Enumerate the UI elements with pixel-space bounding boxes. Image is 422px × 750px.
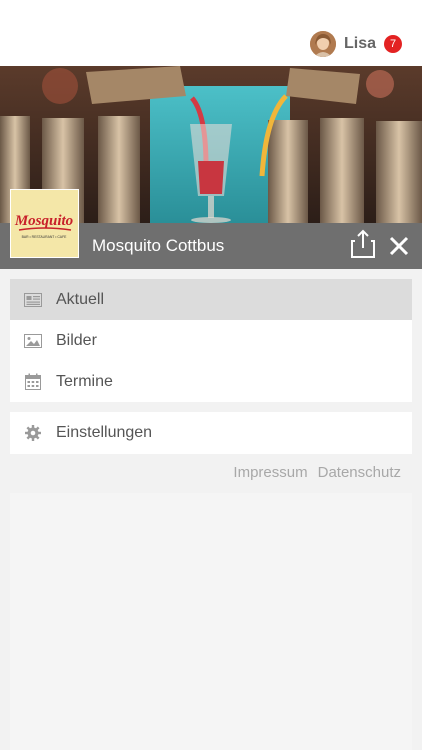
notification-badge[interactable]: 7 (384, 35, 402, 53)
main-menu: Aktuell Bilder Termine (10, 279, 412, 402)
gear-icon (24, 424, 42, 442)
content-area (10, 493, 412, 750)
menu-item-label: Einstellungen (56, 424, 153, 441)
share-button[interactable] (350, 229, 376, 259)
venue-title: Mosquito Cottbus (92, 236, 225, 255)
logo-subtext: BAR • RESTAURANT • CAFE (22, 235, 68, 239)
image-icon (24, 332, 42, 350)
impressum-link[interactable]: Impressum (233, 464, 307, 481)
menu-item-label: Bilder (56, 331, 97, 349)
close-icon (389, 236, 409, 256)
close-button[interactable] (386, 233, 412, 259)
venue-logo: Mosquito BAR • RESTAURANT • CAFE (10, 189, 79, 258)
menu-item-einstellungen[interactable]: Einstellungen (10, 412, 412, 454)
logo-text: Mosquito (14, 213, 73, 229)
menu-item-aktuell[interactable]: Aktuell (10, 279, 412, 320)
user-profile[interactable]: Lisa 7 (309, 30, 402, 58)
settings-menu: Einstellungen (10, 412, 412, 454)
user-name[interactable]: Lisa (344, 35, 376, 53)
datenschutz-link[interactable]: Datenschutz (318, 464, 401, 481)
calendar-icon (24, 373, 42, 391)
menu-item-label: Termine (56, 372, 113, 390)
menu-item-label: Aktuell (56, 290, 105, 308)
footer-links: Impressum Datenschutz (233, 464, 401, 481)
share-icon (351, 229, 375, 258)
top-bar: Lisa 7 (0, 0, 422, 66)
newspaper-icon (24, 291, 42, 309)
menu-item-bilder[interactable]: Bilder (10, 320, 412, 361)
menu-item-termine[interactable]: Termine (10, 361, 412, 402)
avatar[interactable] (309, 31, 336, 57)
